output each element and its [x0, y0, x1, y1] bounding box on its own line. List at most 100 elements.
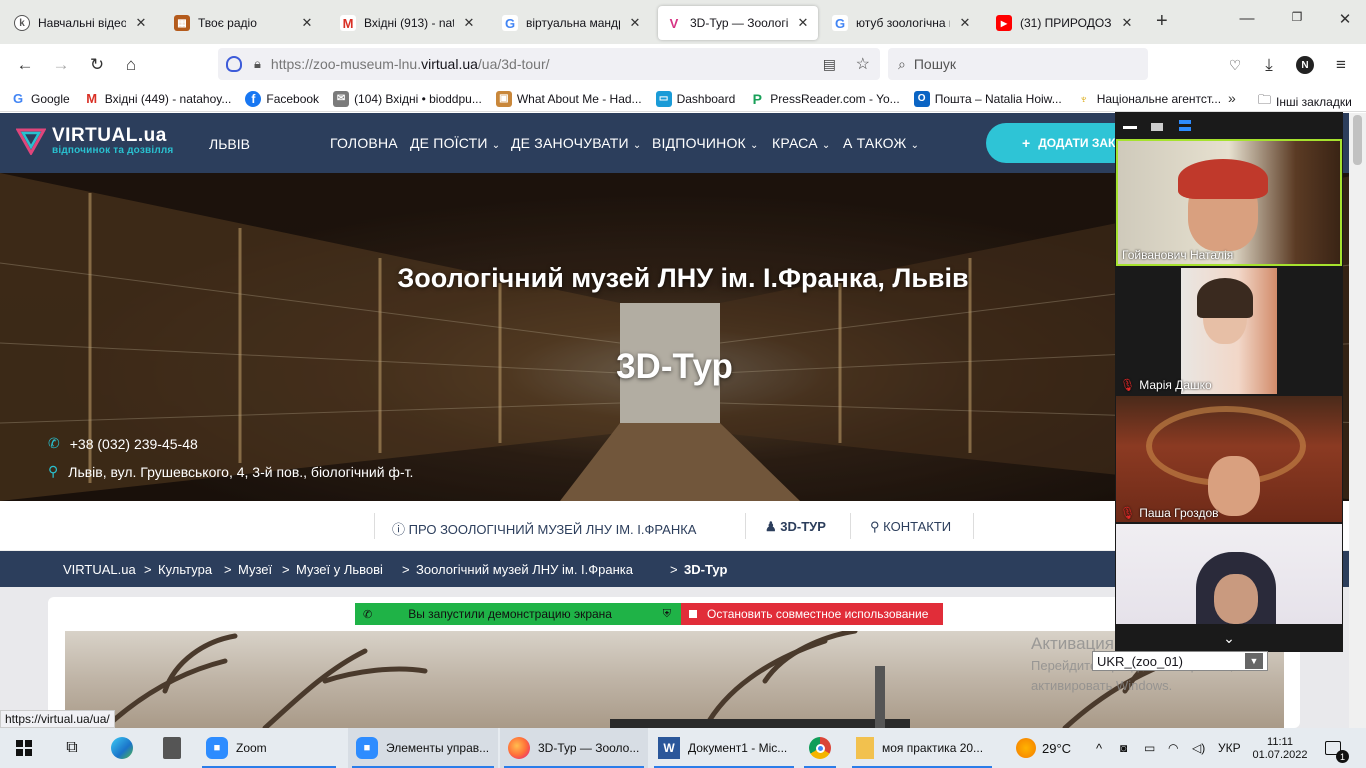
- download-icon[interactable]: ⤓: [1256, 53, 1282, 77]
- notifications-button[interactable]: 1: [1318, 728, 1349, 768]
- edge-icon[interactable]: [106, 728, 138, 768]
- scrollbar-thumb[interactable]: [1353, 115, 1362, 165]
- minimize-icon[interactable]: [1123, 126, 1137, 129]
- bookmark-facebook[interactable]: f Facebook: [245, 90, 319, 107]
- zoom-icon: ■: [356, 737, 378, 759]
- participant-video-3[interactable]: [1116, 524, 1342, 624]
- taskbar-zoom-controls[interactable]: ■ Элементы управ...: [348, 728, 498, 768]
- weather-widget[interactable]: 29°C: [1016, 728, 1071, 768]
- tab-1[interactable]: ▦ Твоє радіо ✕: [166, 6, 322, 40]
- menu-beauty[interactable]: КРАСА ⌄: [772, 135, 830, 151]
- menu-home[interactable]: ГОЛОВНА: [330, 135, 398, 151]
- bookmark-whataboutme[interactable]: ▣ What About Me - Had...: [495, 90, 642, 107]
- taskbar-folder[interactable]: моя практика 20...: [848, 728, 996, 768]
- stop-share-button[interactable]: Остановить совместное использование: [681, 603, 943, 625]
- new-tab-button[interactable]: +: [1156, 10, 1168, 33]
- url-bar[interactable]: 🔒︎ https://zoo-museum-lnu.virtual.ua/ua/…: [218, 48, 880, 80]
- account-icon[interactable]: N: [1292, 53, 1318, 77]
- search-field[interactable]: ⌕ Пошук: [888, 48, 1148, 80]
- close-icon[interactable]: ✕: [462, 15, 476, 31]
- shield-icon[interactable]: [226, 56, 242, 72]
- tab-6[interactable]: ▶ (31) ПРИРОДОЗНА ✕: [988, 6, 1142, 40]
- share-status-text: Вы запустили демонстрацию экрана: [408, 607, 612, 621]
- page-scrollbar[interactable]: [1349, 113, 1366, 728]
- volume-icon[interactable]: ◁): [1192, 728, 1205, 768]
- menu-also[interactable]: А ТАКОЖ ⌄: [843, 135, 919, 151]
- tab-4-active[interactable]: V 3D-Тур — Зоологіч ✕: [658, 6, 818, 40]
- virtual-logo-icon[interactable]: [15, 127, 47, 157]
- restore-icon[interactable]: ❐: [1282, 10, 1312, 24]
- subnav-3d-tour[interactable]: ♟ 3D-ТУР: [765, 519, 826, 535]
- url-text[interactable]: https://zoo-museum-lnu.virtual.ua/ua/3d-…: [271, 56, 550, 72]
- bookmark-pressreader[interactable]: P PressReader.com - Yo...: [749, 90, 900, 107]
- close-icon[interactable]: ✕: [958, 15, 972, 31]
- speaker-view-icon[interactable]: [1151, 123, 1163, 131]
- start-button[interactable]: [8, 728, 40, 768]
- breadcrumb-item[interactable]: Зоологічний музей ЛНУ ім. І.Франка: [416, 562, 633, 577]
- close-icon[interactable]: ✕: [628, 15, 642, 31]
- participant-video-0[interactable]: Гойванович Наталія: [1116, 139, 1342, 266]
- more-bookmarks-icon[interactable]: »: [1228, 90, 1236, 106]
- reload-icon[interactable]: ↻: [84, 53, 110, 77]
- facebook-icon: f: [245, 90, 262, 107]
- minimize-icon[interactable]: —: [1232, 10, 1262, 27]
- keyboard-layout-select[interactable]: UKR_(zoo_01) ▼: [1092, 651, 1268, 671]
- reader-view-icon[interactable]: ▤: [823, 56, 836, 73]
- logo-text[interactable]: VIRTUAL.ua: [52, 125, 167, 147]
- participant-video-2[interactable]: 🎙︎ Паша Гроздов: [1116, 396, 1342, 522]
- dropdown-arrow-icon[interactable]: ▼: [1245, 653, 1263, 669]
- bookmark-mail[interactable]: ✉ (104) Вхідні • bioddpu...: [333, 90, 482, 107]
- phone-line[interactable]: ✆ +38 (032) 239-45-48: [48, 435, 198, 452]
- calculator-icon[interactable]: [156, 728, 188, 768]
- camera-icon[interactable]: ◙: [1120, 728, 1127, 768]
- close-icon[interactable]: ✕: [300, 15, 314, 31]
- taskbar-zoom[interactable]: ■ Zoom: [198, 728, 340, 768]
- close-window-icon[interactable]: ✕: [1330, 10, 1360, 28]
- bookmark-star-icon[interactable]: ☆: [856, 54, 870, 74]
- breadcrumb-item[interactable]: Культура: [158, 562, 212, 577]
- wifi-icon[interactable]: ◠: [1168, 728, 1178, 768]
- tab-3[interactable]: G віртуальна мандрів ✕: [494, 6, 650, 40]
- chevron-down-icon[interactable]: ⌄: [1116, 624, 1342, 652]
- bookmark-agency[interactable]: ♆ Національне агентст...: [1075, 90, 1221, 107]
- breadcrumb-item[interactable]: VIRTUAL.ua: [63, 562, 136, 577]
- pocket-icon[interactable]: ♡: [1222, 53, 1248, 77]
- close-icon[interactable]: ✕: [1120, 15, 1134, 31]
- menu-icon[interactable]: ≡: [1328, 53, 1354, 77]
- gallery-view-icon[interactable]: [1179, 120, 1191, 131]
- taskbar-word[interactable]: W Документ1 - Mic...: [650, 728, 798, 768]
- battery-icon[interactable]: ▭: [1144, 728, 1155, 768]
- language-indicator[interactable]: УКР: [1218, 728, 1241, 768]
- menu-leisure[interactable]: ВІДПОЧИНОК ⌄: [652, 135, 759, 151]
- bookmark-dashboard[interactable]: ▭ Dashboard: [655, 90, 735, 107]
- home-icon[interactable]: ⌂: [118, 53, 144, 77]
- breadcrumb-item[interactable]: Музеї: [238, 562, 272, 577]
- forward-icon[interactable]: →: [48, 53, 74, 77]
- lock-icon[interactable]: 🔒︎: [254, 56, 261, 72]
- close-icon[interactable]: ✕: [796, 15, 810, 31]
- taskbar-firefox[interactable]: 3D-Тур — Зооло...: [500, 728, 648, 768]
- breadcrumb-item[interactable]: Музеї у Львові: [296, 562, 383, 577]
- subnav-about[interactable]: ⓘ ПРО ЗООЛОГІЧНИЙ МУЗЕЙ ЛНУ ІМ. І.ФРАНКА: [392, 519, 696, 538]
- tab-5[interactable]: G ютуб зоологічна м ✕: [824, 6, 980, 40]
- add-place-button[interactable]: + ДОДАТИ ЗАК: [986, 123, 1126, 163]
- tab-2[interactable]: M Вхідні (913) - natah ✕: [332, 6, 484, 40]
- taskbar-chrome[interactable]: [800, 728, 840, 768]
- breadcrumb-sep: >: [670, 562, 678, 577]
- bookmark-gmail[interactable]: M Вхідні (449) - natahoy...: [83, 90, 231, 107]
- bookmark-google[interactable]: G Google: [10, 90, 70, 107]
- clock[interactable]: 11:11 01.07.2022: [1252, 728, 1307, 768]
- tray-chevron-icon[interactable]: ^: [1096, 728, 1102, 768]
- menu-stay[interactable]: ДЕ ЗАНОЧУВАТИ ⌄: [511, 135, 641, 151]
- phone-number[interactable]: +38 (032) 239-45-48: [70, 436, 198, 452]
- tab-0[interactable]: k Навчальні відеома ✕: [6, 6, 156, 40]
- close-icon[interactable]: ✕: [134, 15, 148, 31]
- other-bookmarks[interactable]: 🗀︎ Інші закладки: [1258, 91, 1352, 113]
- bookmark-outlook[interactable]: O Пошта – Natalia Hoiw...: [913, 90, 1062, 107]
- city-label[interactable]: ЛЬВІВ: [209, 136, 250, 152]
- subnav-contacts[interactable]: ⚲ КОНТАКТИ: [870, 519, 951, 535]
- back-icon[interactable]: ←: [12, 53, 38, 77]
- participant-video-1[interactable]: 🎙︎ Марія Дашко: [1116, 268, 1342, 394]
- task-view-icon[interactable]: ⧉: [56, 728, 88, 768]
- menu-eat[interactable]: ДЕ ПОЇСТИ ⌄: [410, 135, 500, 151]
